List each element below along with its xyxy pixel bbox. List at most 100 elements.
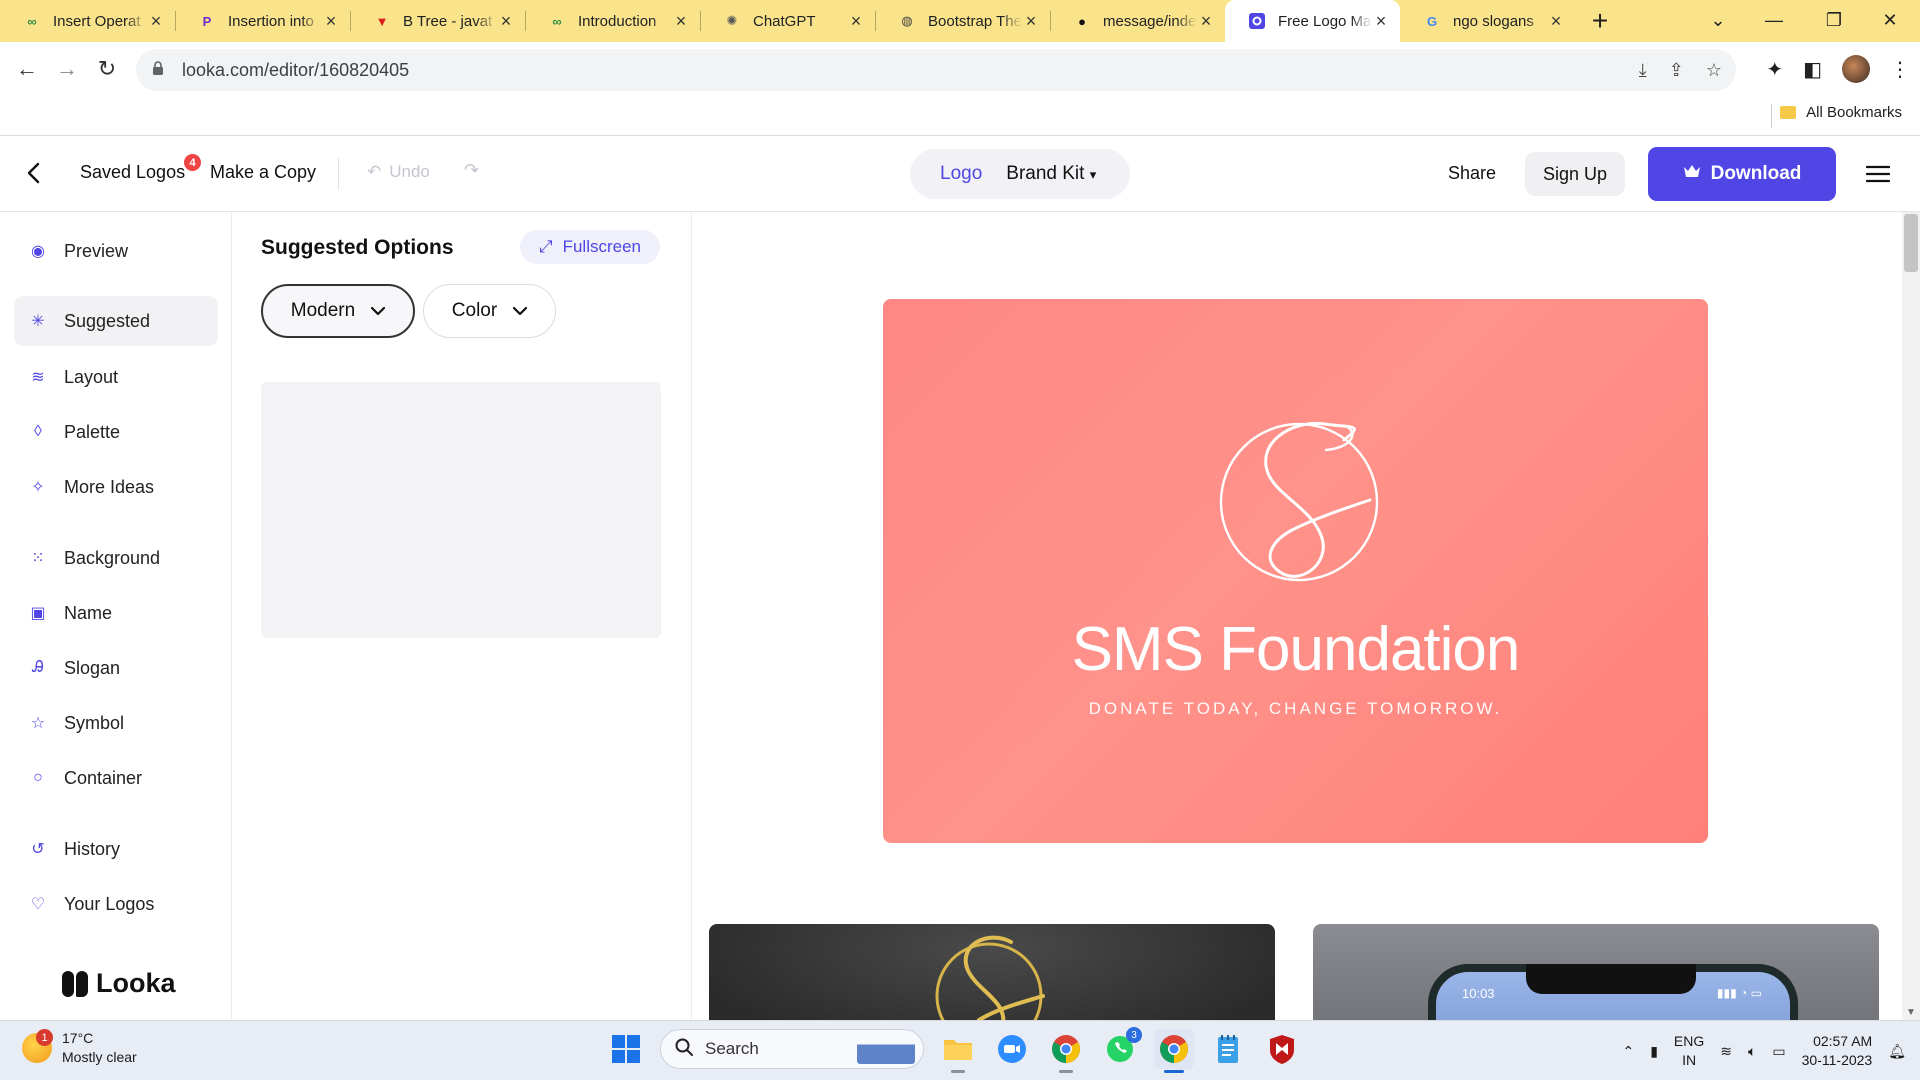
- tab-search-chevron-icon[interactable]: ⌄: [1690, 0, 1746, 40]
- logo-preview-card[interactable]: SMS Foundation DONATE TODAY, CHANGE TOMO…: [883, 299, 1708, 843]
- sidebar-item-palette[interactable]: ◊ Palette: [14, 407, 218, 457]
- sidebar-item-layout[interactable]: ≋ Layout: [14, 352, 218, 402]
- show-hidden-icons-chevron-icon[interactable]: ⌃: [1622, 1043, 1634, 1060]
- mockup-thumbnail-gold[interactable]: [709, 924, 1275, 1020]
- header-divider: [338, 158, 339, 190]
- bookmark-star-icon[interactable]: ☆: [1706, 60, 1722, 81]
- browser-tab[interactable]: ∞ Introduction ×: [525, 0, 700, 42]
- style-dropdown[interactable]: Modern: [261, 284, 415, 338]
- all-bookmarks-button[interactable]: All Bookmarks: [1780, 104, 1902, 121]
- browser-tab[interactable]: ● message/inde ×: [1050, 0, 1225, 42]
- close-tab-icon[interactable]: ×: [1197, 11, 1215, 32]
- close-tab-icon[interactable]: ×: [1022, 11, 1040, 32]
- mcafee-icon[interactable]: [1262, 1029, 1302, 1069]
- share-page-icon[interactable]: ⇪: [1669, 60, 1684, 81]
- back-arrow-icon[interactable]: ←: [7, 49, 47, 89]
- battery-icon[interactable]: ▭: [1772, 1043, 1785, 1060]
- sidebar-item-preview[interactable]: ◉ Preview: [14, 226, 218, 276]
- browser-tab-active[interactable]: Free Logo Ma ×: [1225, 0, 1400, 42]
- undo-button[interactable]: ↶ Undo: [367, 162, 430, 182]
- notepad-icon[interactable]: [1208, 1029, 1248, 1069]
- sidebar-item-name[interactable]: ▣ Name: [14, 588, 218, 638]
- saved-logos-button[interactable]: Saved Logos 4: [80, 154, 202, 183]
- sidebar-item-more-ideas[interactable]: ✧ More Ideas: [14, 462, 218, 512]
- download-button[interactable]: Download: [1648, 147, 1836, 201]
- more-vert-icon[interactable]: ⋮: [1890, 57, 1910, 82]
- chrome-icon[interactable]: [1046, 1029, 1086, 1073]
- redo-icon[interactable]: ↷: [464, 160, 479, 181]
- sidebar-item-symbol[interactable]: ☆ Symbol: [14, 698, 218, 748]
- clock-time: 02:57 AM: [1813, 1033, 1873, 1049]
- close-window-button[interactable]: ✕: [1862, 0, 1918, 40]
- clock[interactable]: 02:57 AM 30-11-2023: [1802, 1032, 1873, 1070]
- sidebar-item-background[interactable]: ⁙ Background: [14, 533, 218, 583]
- taskbar-search[interactable]: Search: [660, 1029, 924, 1069]
- fullscreen-button[interactable]: ⤢ Fullscreen: [520, 230, 660, 264]
- restore-button[interactable]: ❐: [1806, 0, 1862, 40]
- input-language-indicator[interactable]: ENG IN: [1674, 1032, 1704, 1070]
- sidebar-item-label: Suggested: [64, 310, 151, 331]
- reload-icon[interactable]: ↻: [87, 49, 127, 89]
- close-tab-icon[interactable]: ×: [497, 11, 515, 32]
- file-explorer-icon[interactable]: [938, 1029, 978, 1073]
- close-tab-icon[interactable]: ×: [147, 11, 165, 32]
- close-tab-icon[interactable]: ×: [1372, 11, 1390, 32]
- share-button[interactable]: Share: [1448, 163, 1496, 184]
- install-app-icon[interactable]: ⤓: [1639, 60, 1647, 81]
- address-bar[interactable]: looka.com/editor/160820405 ⤓ ⇪ ☆: [136, 49, 1736, 91]
- profile-avatar[interactable]: [1842, 55, 1870, 83]
- volume-icon[interactable]: 🔈︎: [1748, 1043, 1756, 1060]
- looka-logo[interactable]: Looka: [62, 968, 176, 999]
- color-dropdown[interactable]: Color: [423, 284, 556, 338]
- weather-widget[interactable]: 1 17°C Mostly clear: [22, 1029, 137, 1067]
- browser-tab[interactable]: ▼ B Tree - javat ×: [350, 0, 525, 42]
- sidebar-item-slogan[interactable]: Ꭿ Slogan: [14, 643, 218, 693]
- weather-alert-badge: 1: [36, 1029, 53, 1046]
- close-tab-icon[interactable]: ×: [847, 11, 865, 32]
- browser-tab[interactable]: ◍ Bootstrap The ×: [875, 0, 1050, 42]
- new-tab-button[interactable]: +: [1579, 0, 1621, 42]
- browser-toolbar: ← → ↻ looka.com/editor/160820405 ⤓ ⇪ ☆ ✦…: [0, 42, 1920, 96]
- start-button[interactable]: [606, 1029, 646, 1069]
- gold-monogram-symbol: [935, 935, 1045, 1020]
- sidebar-item-your-logos[interactable]: ♡ Your Logos: [14, 879, 218, 929]
- notification-bell-icon[interactable]: 🔔︎: [1888, 1043, 1906, 1060]
- zoom-app-icon[interactable]: [992, 1029, 1032, 1069]
- browser-tab[interactable]: ✺ ChatGPT ×: [700, 0, 875, 42]
- close-tab-icon[interactable]: ×: [322, 11, 340, 32]
- chrome-profile-icon[interactable]: [1154, 1029, 1194, 1073]
- scrollbar-thumb[interactable]: [1904, 214, 1918, 272]
- browser-tab[interactable]: ∞ Insert Operat ×: [0, 0, 175, 42]
- make-copy-button[interactable]: Make a Copy: [210, 162, 316, 183]
- logo-canvas: SMS Foundation DONATE TODAY, CHANGE TOMO…: [692, 212, 1902, 1020]
- droplet-icon: ◊: [34, 423, 42, 440]
- color-dropdown-value: Color: [451, 300, 498, 321]
- google-icon: G: [1426, 13, 1438, 29]
- sign-up-button[interactable]: Sign Up: [1525, 152, 1625, 196]
- whatsapp-icon[interactable]: 3: [1100, 1027, 1142, 1069]
- scroll-down-arrow-icon[interactable]: ▼: [1906, 1007, 1916, 1018]
- tab-brand-kit[interactable]: Brand Kit ▾: [1006, 163, 1096, 185]
- side-panel-icon[interactable]: ◧: [1803, 57, 1822, 82]
- sidebar-item-container[interactable]: ○ Container: [14, 753, 218, 803]
- tab-logo[interactable]: Logo: [940, 163, 982, 185]
- windows-taskbar: 1 17°C Mostly clear Search 3 ⌃ ▮ ENG IN …: [0, 1020, 1920, 1080]
- minimize-button[interactable]: —: [1746, 0, 1802, 40]
- close-tab-icon[interactable]: ×: [1547, 11, 1565, 32]
- mockup-thumbnail-phone[interactable]: 10:03 ▮▮▮ ◔ ▭: [1313, 924, 1879, 1020]
- forward-arrow-icon[interactable]: →: [47, 49, 87, 89]
- extensions-puzzle-icon[interactable]: ✦: [1766, 57, 1783, 82]
- hamburger-menu-icon[interactable]: [1865, 158, 1891, 190]
- browser-tab[interactable]: P Insertion into ×: [175, 0, 350, 42]
- close-tab-icon[interactable]: ×: [672, 11, 690, 32]
- usb-device-icon[interactable]: ▮: [1650, 1043, 1658, 1060]
- back-chevron-icon[interactable]: [26, 160, 40, 191]
- sidebar-item-history[interactable]: ↺ History: [14, 824, 218, 874]
- canvas-scrollbar[interactable]: ▼: [1902, 212, 1920, 1020]
- browser-tab[interactable]: G ngo slogans ×: [1400, 0, 1575, 42]
- running-indicator: [1059, 1070, 1073, 1073]
- brand-kit-label: Brand Kit: [1006, 163, 1085, 184]
- windows-logo-icon: [612, 1035, 640, 1063]
- wifi-icon[interactable]: ≋: [1720, 1043, 1732, 1060]
- sidebar-item-suggested[interactable]: ✳ Suggested: [14, 296, 218, 346]
